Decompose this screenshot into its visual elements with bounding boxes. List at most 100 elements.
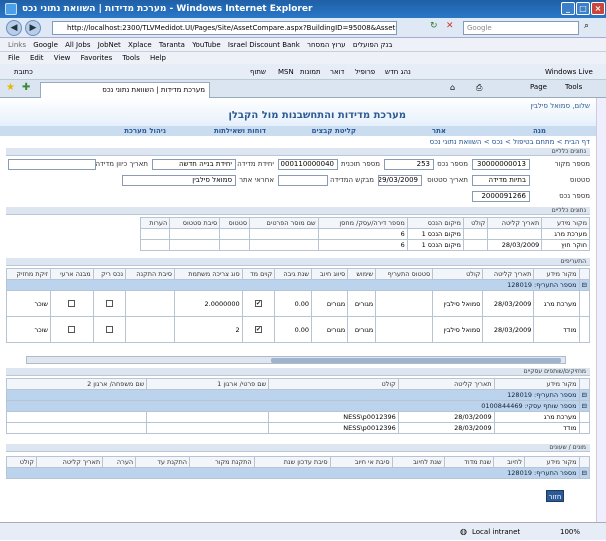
checkbox[interactable]: [105, 326, 113, 333]
table-row: מערכת מרג 28/03/2009 סמואל סילבין מגורים…: [5, 290, 591, 317]
toolbar-mail[interactable]: דואר: [330, 64, 344, 80]
menu-help[interactable]: Help: [150, 54, 166, 62]
menu-file[interactable]: File: [8, 54, 20, 62]
status-zone: Local intranet: [472, 528, 521, 536]
globe-icon: ◍: [460, 527, 467, 536]
app-header: שלום, סמואל סילבין מערכת מדידות והתחשבנו…: [0, 98, 596, 126]
cell: [219, 228, 251, 240]
menu-view[interactable]: View: [54, 54, 71, 62]
checkbox[interactable]: [68, 300, 76, 307]
checkbox[interactable]: [68, 326, 76, 333]
expand-icon[interactable]: ⊟: [578, 279, 591, 291]
print-icon[interactable]: ⎙: [476, 83, 482, 93]
col-expand: [578, 268, 591, 280]
partners-table: מקור מידע תאריך קליטה קולט שם פרטי/ ארגו…: [5, 378, 591, 434]
search-icon[interactable]: ⌕: [584, 21, 589, 31]
add-favorite-icon[interactable]: ✚: [22, 82, 30, 93]
home-icon[interactable]: ⌂: [450, 83, 455, 92]
forward-icon[interactable]: ▶: [25, 20, 41, 36]
tab-current[interactable]: מערכת מדידות | השוואת נתוני נכס: [40, 82, 210, 98]
breadcrumb[interactable]: דף הבית > מתחם בטיפול > נכס > השוואת נתו…: [430, 138, 590, 146]
col-provider: שם מוסר הפרטים: [249, 217, 319, 229]
cell: סמואל סילבין: [432, 290, 484, 317]
cell: 6: [317, 239, 408, 251]
checkbox[interactable]: [105, 300, 113, 307]
link-taranta[interactable]: Taranta: [159, 41, 185, 49]
close-window-button[interactable]: ×: [591, 2, 605, 15]
nav-site[interactable]: אתר: [432, 126, 446, 136]
link-jobnet[interactable]: JobNet: [98, 41, 121, 49]
refresh-icon[interactable]: ↻: [430, 21, 438, 31]
link-youtube[interactable]: YouTube: [192, 41, 220, 49]
section-rates-header: התעריפים: [6, 258, 590, 266]
expand-icon[interactable]: ⊟: [578, 467, 591, 479]
link-xplace[interactable]: Xplace: [128, 41, 152, 49]
toolbar-address[interactable]: כתובת: [14, 64, 33, 80]
cell: שוכר: [5, 290, 52, 317]
nav-mana[interactable]: מנה: [533, 126, 546, 136]
cell: מיקום הנכס 1: [406, 228, 464, 240]
cell: מערכת מרג: [541, 228, 590, 240]
page-vscrollbar[interactable]: [596, 98, 606, 522]
link-hapoalim[interactable]: בנק הפועלים: [353, 41, 392, 49]
field-plan-no: 000110000040: [278, 159, 338, 170]
link-alljobs[interactable]: All Jobs: [65, 41, 90, 49]
menu-edit[interactable]: Edit: [30, 54, 44, 62]
link-trading[interactable]: ערוץ המסחר: [307, 41, 346, 49]
nav-files[interactable]: קליטת קבצים: [312, 126, 356, 136]
page-menu[interactable]: Page: [530, 83, 547, 91]
checkbox[interactable]: [254, 326, 262, 333]
expand-icon[interactable]: ⊟: [578, 389, 591, 401]
toolbar-msn[interactable]: MSN: [278, 64, 294, 80]
minimize-button[interactable]: _: [561, 2, 575, 15]
nav-reports[interactable]: דוחות ושאילתות: [214, 126, 266, 136]
group-row[interactable]: ⊟ מספר התעריף: 128019: [6, 467, 591, 479]
cell: מגורים: [311, 316, 349, 343]
col-billing-year: שנת לחיוב: [391, 456, 445, 468]
cell: [249, 228, 319, 240]
search-input[interactable]: Google: [463, 21, 579, 35]
col-status-reason: סיבת סטטוס: [169, 217, 221, 229]
section-asset-header: נתונים כלליים: [6, 148, 590, 156]
table-row: מערכת מרג 28/03/2009 NESS\p0012396: [5, 411, 591, 423]
nav-admin[interactable]: ניהול מערכת: [124, 126, 166, 136]
rates-hscrollbar[interactable]: [26, 356, 566, 364]
col-apt: מספר דירה/עסק/ מחסן: [317, 217, 408, 229]
favorites-star-icon[interactable]: ★: [6, 82, 15, 93]
scroll-thumb[interactable]: [271, 358, 561, 363]
rates-table: מקור מידע תאריך קליטה קולט סטטוס התעריף …: [5, 268, 591, 343]
app-title: מערכת מדידות והתחשבנות מול הקבלן: [228, 110, 406, 121]
zoom-level[interactable]: 100%: [560, 523, 580, 541]
label-source-id: מספר מקור: [554, 160, 590, 168]
cell: [169, 239, 221, 251]
url-field[interactable]: http://localhost:2300/TLVMedidot.UI/Page…: [52, 21, 397, 35]
expand-icon[interactable]: ⊟: [578, 400, 591, 412]
cell: [139, 228, 171, 240]
cell: [375, 290, 434, 317]
back-icon[interactable]: ◀: [6, 20, 22, 36]
checkbox[interactable]: [254, 300, 262, 307]
toolbar-profile[interactable]: פרופיל: [355, 64, 375, 80]
menu-tools[interactable]: Tools: [122, 54, 139, 62]
link-discount[interactable]: Israel Discount Bank: [228, 41, 300, 49]
section-partners-header: מחזיקים/שותפים עסקיים: [6, 368, 590, 376]
stop-icon[interactable]: ✕: [446, 21, 454, 31]
group-row[interactable]: ⊟ מספר התעריף: 128019: [6, 389, 591, 401]
toolbar-new[interactable]: נהג חדש: [385, 64, 411, 80]
maximize-button[interactable]: □: [576, 2, 590, 15]
toolbar-windows-live[interactable]: Windows Live: [545, 64, 593, 80]
group-row[interactable]: ⊟ מספר שותף עסקי: 0100844469: [6, 400, 591, 412]
general-table: מקור מידע תאריך קליטה קולט מיקום הנכס מס…: [139, 217, 590, 251]
toolbar-photos[interactable]: תמונות: [300, 64, 321, 80]
link-google[interactable]: Google: [33, 41, 58, 49]
group-row[interactable]: ⊟ מספר התעריף: 128019: [6, 279, 591, 291]
toolbar-share[interactable]: שתוף: [250, 64, 266, 80]
cell: 28/03/2009: [487, 239, 543, 251]
back-button[interactable]: חזור: [546, 490, 564, 502]
links-label: Links: [8, 41, 26, 49]
tools-menu[interactable]: Tools: [565, 83, 582, 91]
cell: [375, 316, 434, 343]
cell: [125, 290, 175, 317]
field-status-date: 29/03/2009: [378, 175, 422, 186]
menu-favorites[interactable]: Favorites: [81, 54, 113, 62]
